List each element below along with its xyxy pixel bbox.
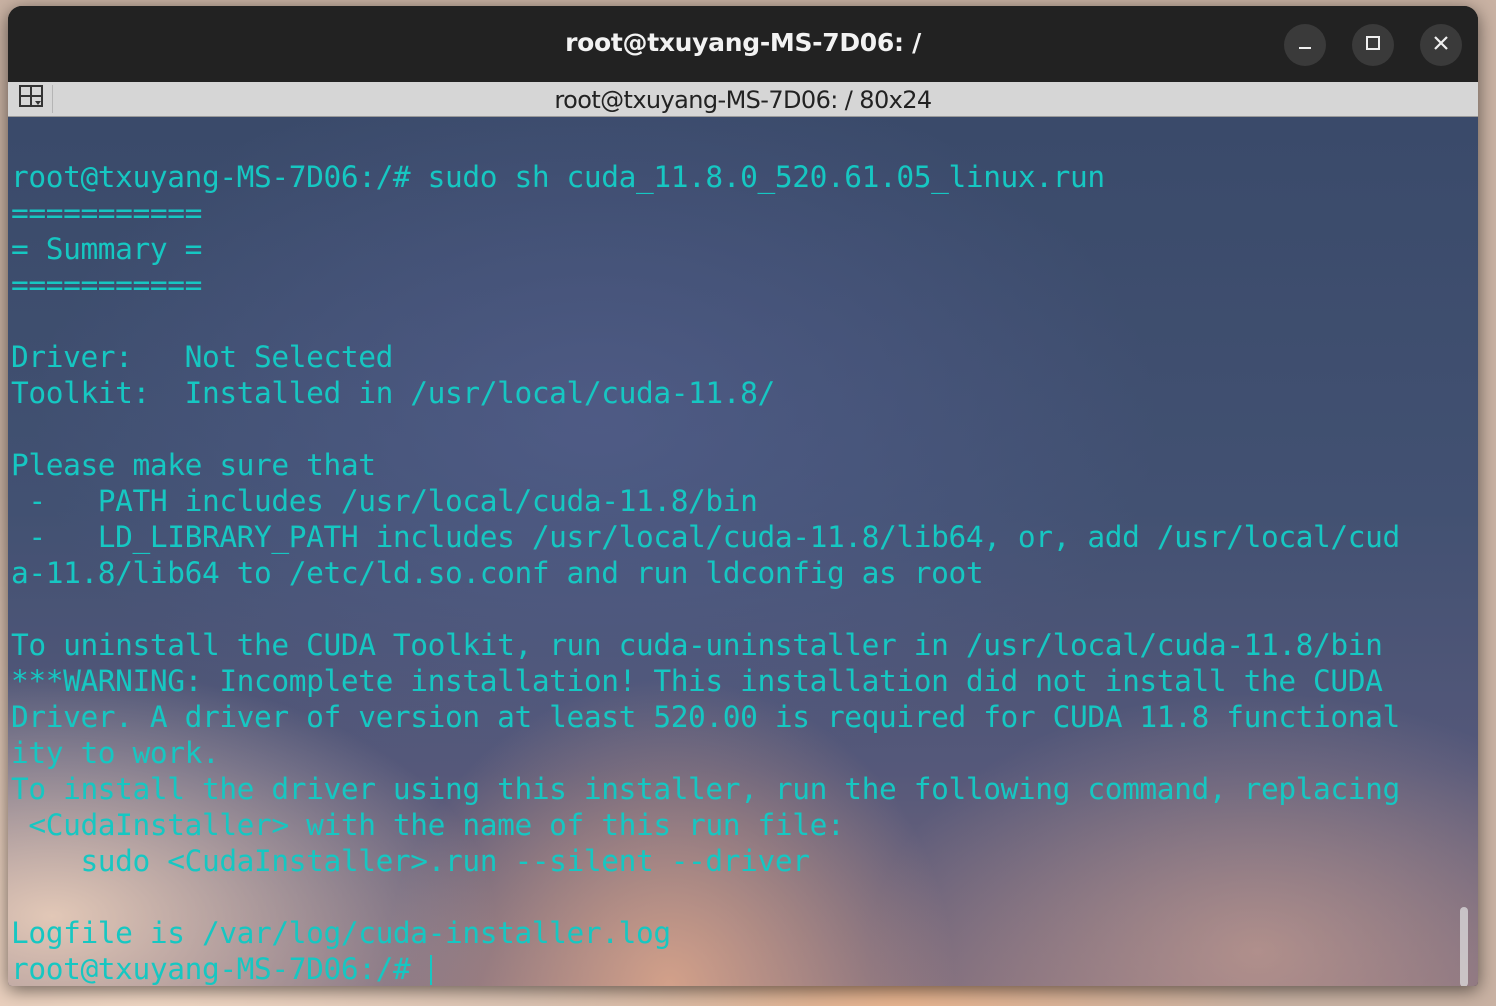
terminal-line: ity to work. bbox=[11, 736, 220, 770]
terminal-window[interactable]: root@txuyang-MS-7D06: / root@txuyang-MS-… bbox=[8, 6, 1478, 986]
close-button[interactable] bbox=[1420, 24, 1462, 66]
window-title: root@txuyang-MS-7D06: / bbox=[565, 28, 921, 57]
terminal-line: Logfile is /var/log/cuda-installer.log bbox=[11, 916, 671, 950]
close-icon bbox=[1433, 35, 1449, 55]
minimize-button[interactable] bbox=[1284, 24, 1326, 66]
terminal-size-label: root@txuyang-MS-7D06: / 80x24 bbox=[554, 86, 932, 114]
terminal-line: Toolkit: Installed in /usr/local/cuda-11… bbox=[11, 376, 775, 410]
terminal-prompt-line[interactable]: root@txuyang-MS-7D06:/# bbox=[11, 951, 1400, 986]
terminal-line: a-11.8/lib64 to /etc/ld.so.conf and run … bbox=[11, 556, 984, 590]
terminal-line: =========== bbox=[11, 196, 202, 230]
terminal-area[interactable]: root@txuyang-MS-7D06:/# sudo sh cuda_11.… bbox=[8, 117, 1478, 986]
terminal-line: - PATH includes /usr/local/cuda-11.8/bin bbox=[11, 484, 758, 518]
terminal-output: root@txuyang-MS-7D06:/# sudo sh cuda_11.… bbox=[11, 159, 1400, 986]
terminal-line: To uninstall the CUDA Toolkit, run cuda-… bbox=[11, 628, 1383, 662]
terminal-prompt: root@txuyang-MS-7D06:/# bbox=[11, 952, 428, 986]
text-cursor bbox=[429, 955, 432, 985]
terminal-line: - LD_LIBRARY_PATH includes /usr/local/cu… bbox=[11, 520, 1400, 554]
terminal-line: ***WARNING: Incomplete installation! Thi… bbox=[11, 664, 1383, 698]
scrollbar[interactable] bbox=[1460, 907, 1468, 986]
terminal-line: = Summary = bbox=[11, 232, 202, 266]
terminal-line: sudo <CudaInstaller>.run --silent --driv… bbox=[11, 844, 810, 878]
maximize-button[interactable] bbox=[1352, 24, 1394, 66]
terminal-tab-bar: root@txuyang-MS-7D06: / 80x24 bbox=[8, 82, 1478, 117]
terminal-line: To install the driver using this install… bbox=[11, 772, 1400, 806]
terminal-line: Driver: Not Selected bbox=[11, 340, 393, 374]
terminal-line: <CudaInstaller> with the name of this ru… bbox=[11, 808, 845, 842]
maximize-icon bbox=[1365, 35, 1381, 55]
terminal-line: =========== bbox=[11, 268, 202, 302]
terminal-line: Driver. A driver of version at least 520… bbox=[11, 700, 1400, 734]
minimize-icon bbox=[1297, 35, 1313, 55]
title-bar[interactable]: root@txuyang-MS-7D06: / bbox=[8, 6, 1478, 82]
terminal-line: root@txuyang-MS-7D06:/# sudo sh cuda_11.… bbox=[11, 160, 1105, 194]
terminal-line: Please make sure that bbox=[11, 448, 376, 482]
